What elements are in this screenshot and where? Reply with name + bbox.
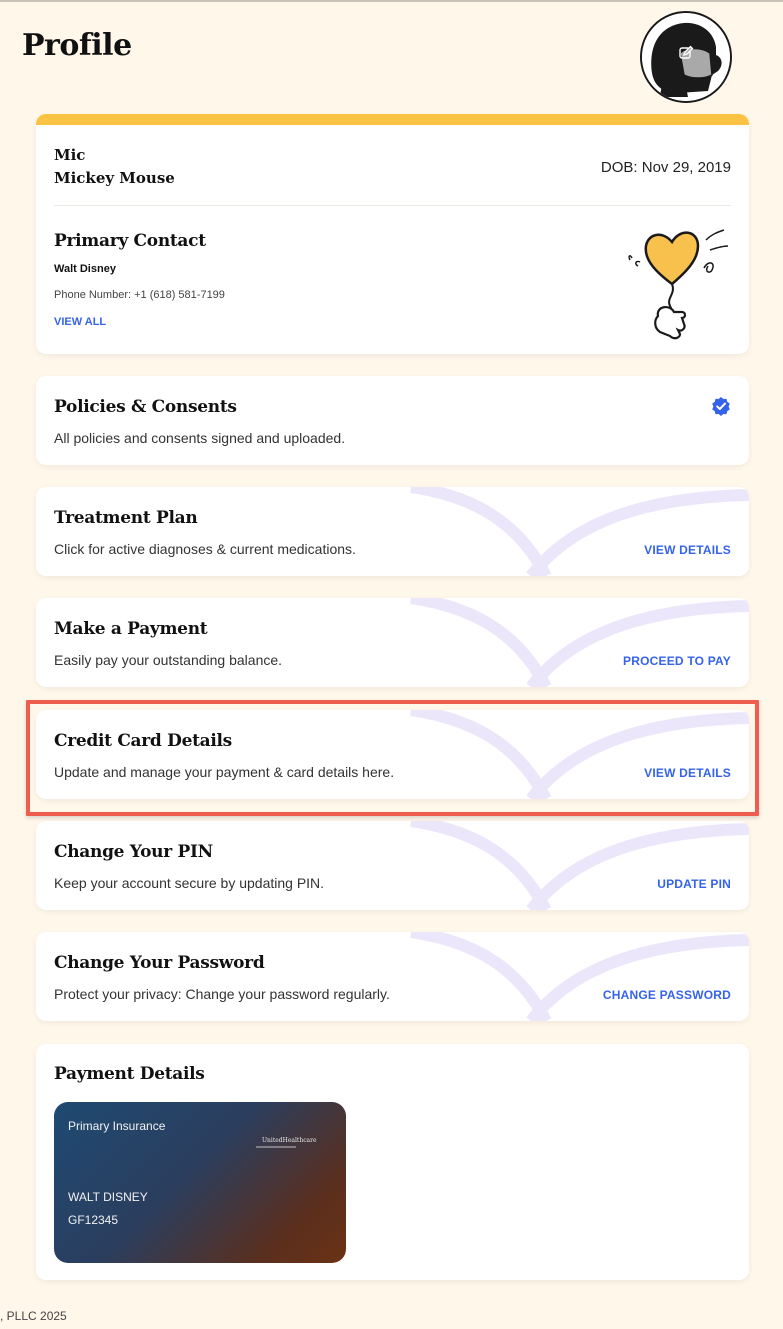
- avatar[interactable]: [640, 11, 732, 103]
- heart-balloon-illustration: [626, 220, 736, 346]
- treatment-view-details-link[interactable]: VIEW DETAILS: [644, 543, 731, 557]
- treatment-plan-title: Treatment Plan: [54, 508, 198, 528]
- highlight-box: [26, 700, 759, 816]
- change-password-link[interactable]: CHANGE PASSWORD: [603, 988, 731, 1002]
- primary-contact-title: Primary Contact: [54, 231, 206, 251]
- top-divider: [0, 0, 783, 2]
- policies-card[interactable]: Policies & Consents All policies and con…: [36, 376, 749, 465]
- make-payment-desc: Easily pay your outstanding balance.: [54, 652, 283, 668]
- member-name: WALT DISNEY: [68, 1190, 148, 1204]
- change-password-title: Change Your Password: [54, 953, 265, 973]
- insurer-logo-mark: [256, 1146, 296, 1148]
- policies-title: Policies & Consents: [54, 397, 237, 417]
- card-decoration: [410, 932, 749, 1021]
- patient-full-name: Mickey Mouse: [54, 169, 175, 187]
- change-pin-card[interactable]: Change Your PIN Keep your account secure…: [36, 821, 749, 910]
- proceed-to-pay-link[interactable]: PROCEED TO PAY: [623, 654, 731, 668]
- patient-dob: DOB: Nov 29, 2019: [600, 159, 731, 176]
- update-pin-link[interactable]: UPDATE PIN: [657, 877, 731, 891]
- patient-nickname: Mic: [54, 146, 86, 164]
- primary-contact-phone: Phone Number: +1 (618) 581-7199: [54, 289, 225, 301]
- insurer-logo: UnitedHealthcare: [262, 1137, 317, 1144]
- card-divider: [54, 205, 731, 206]
- payment-details-card: Payment Details Primary Insurance United…: [36, 1044, 749, 1280]
- insurance-card[interactable]: Primary Insurance UnitedHealthcare WALT …: [54, 1102, 346, 1263]
- page-title: Profile: [22, 28, 132, 63]
- footer-copyright: , PLLC 2025: [0, 1309, 67, 1323]
- card-decoration: [410, 821, 749, 910]
- member-id: GF12345: [68, 1213, 119, 1227]
- change-password-desc: Protect your privacy: Change your passwo…: [54, 986, 390, 1002]
- card-decoration: [410, 598, 749, 687]
- patient-card: Mic Mickey Mouse DOB: Nov 29, 2019 Prima…: [36, 114, 749, 354]
- make-payment-title: Make a Payment: [54, 619, 208, 639]
- change-pin-title: Change Your PIN: [54, 842, 213, 862]
- treatment-plan-card[interactable]: Treatment Plan Click for active diagnose…: [36, 487, 749, 576]
- change-password-card[interactable]: Change Your Password Protect your privac…: [36, 932, 749, 1021]
- primary-contact-name: Walt Disney: [54, 263, 116, 275]
- card-decoration: [410, 487, 749, 576]
- verified-check-icon: [711, 396, 731, 416]
- card-accent-bar: [36, 114, 749, 125]
- change-pin-desc: Keep your account secure by updating PIN…: [54, 875, 325, 891]
- policies-desc: All policies and consents signed and upl…: [54, 430, 346, 446]
- make-payment-card[interactable]: Make a Payment Easily pay your outstandi…: [36, 598, 749, 687]
- edit-icon[interactable]: [678, 45, 694, 61]
- insurance-label: Primary Insurance: [68, 1119, 166, 1133]
- treatment-plan-desc: Click for active diagnoses & current med…: [54, 541, 356, 557]
- view-all-link[interactable]: VIEW ALL: [54, 316, 106, 328]
- payment-details-title: Payment Details: [54, 1064, 205, 1084]
